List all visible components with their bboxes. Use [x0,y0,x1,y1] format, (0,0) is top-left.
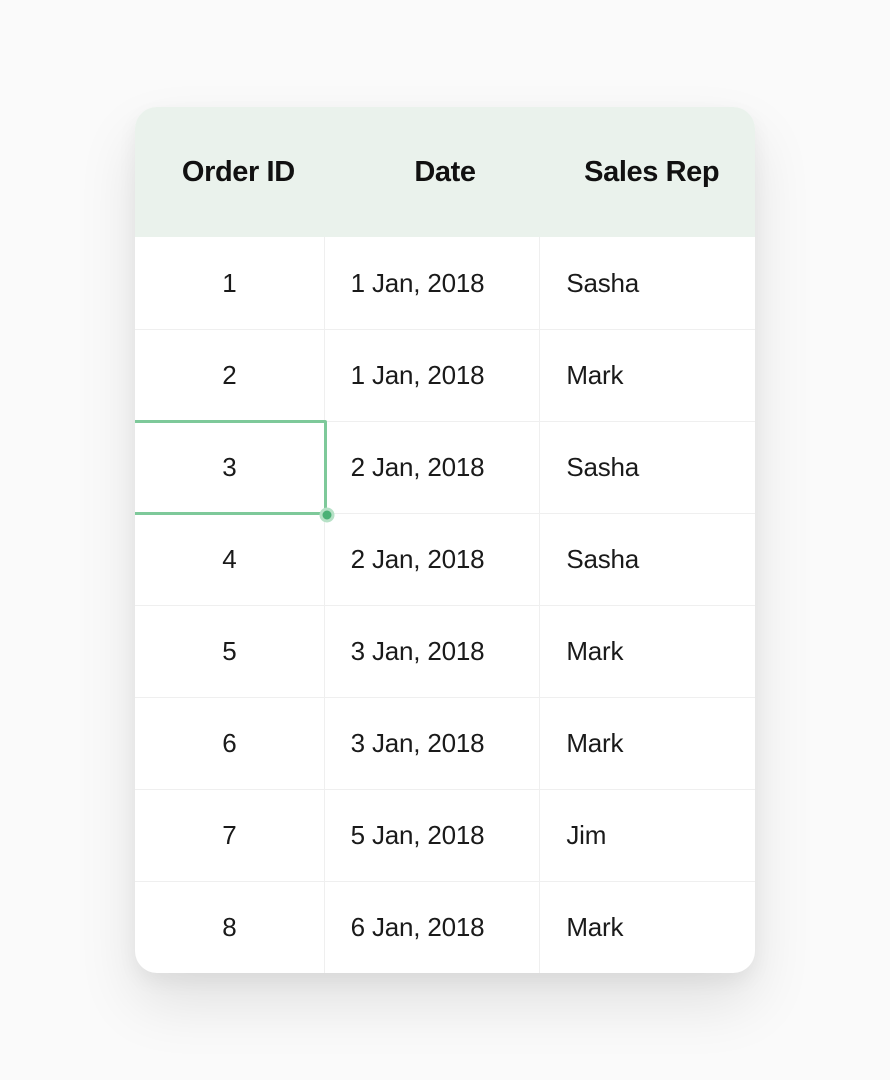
table-row: 11 Jan, 2018Sasha [135,237,755,329]
cell-sales-rep[interactable]: Sasha [539,514,755,605]
cell-date[interactable]: 3 Jan, 2018 [324,606,540,697]
cell-sales-rep[interactable]: Mark [539,882,755,973]
cell-order-id[interactable]: 4 [135,514,324,605]
cell-order-id[interactable]: 8 [135,882,324,973]
cell-order-id[interactable]: 7 [135,790,324,881]
table-row: 32 Jan, 2018Sasha [135,421,755,513]
table-row: 75 Jan, 2018Jim [135,789,755,881]
cell-date[interactable]: 1 Jan, 2018 [324,330,540,421]
cell-sales-rep[interactable]: Mark [539,698,755,789]
cell-sales-rep[interactable]: Sasha [539,422,755,513]
table-header-row: Order ID Date Sales Rep [135,107,755,237]
cell-date[interactable]: 2 Jan, 2018 [324,422,540,513]
cell-order-id[interactable]: 1 [135,237,324,329]
column-header-sales-rep[interactable]: Sales Rep [548,156,755,189]
cell-date[interactable]: 2 Jan, 2018 [324,514,540,605]
cell-selection-fill-handle[interactable] [319,508,334,523]
table-body: 11 Jan, 2018Sasha21 Jan, 2018Mark32 Jan,… [135,237,755,973]
cell-order-id[interactable]: 6 [135,698,324,789]
table-row: 53 Jan, 2018Mark [135,605,755,697]
cell-sales-rep[interactable]: Mark [539,330,755,421]
cell-sales-rep[interactable]: Mark [539,606,755,697]
cell-order-id[interactable]: 3 [135,422,324,513]
data-table-card: Order ID Date Sales Rep 11 Jan, 2018Sash… [135,107,755,973]
column-header-date[interactable]: Date [342,156,549,189]
cell-sales-rep[interactable]: Jim [539,790,755,881]
table-row: 21 Jan, 2018Mark [135,329,755,421]
cell-date[interactable]: 5 Jan, 2018 [324,790,540,881]
cell-order-id[interactable]: 2 [135,330,324,421]
cell-date[interactable]: 3 Jan, 2018 [324,698,540,789]
table-row: 86 Jan, 2018Mark [135,881,755,973]
cell-sales-rep[interactable]: Sasha [539,237,755,329]
cell-order-id[interactable]: 5 [135,606,324,697]
table-row: 63 Jan, 2018Mark [135,697,755,789]
column-header-order-id[interactable]: Order ID [135,156,342,189]
cell-date[interactable]: 6 Jan, 2018 [324,882,540,973]
table-row: 42 Jan, 2018Sasha [135,513,755,605]
cell-date[interactable]: 1 Jan, 2018 [324,237,540,329]
